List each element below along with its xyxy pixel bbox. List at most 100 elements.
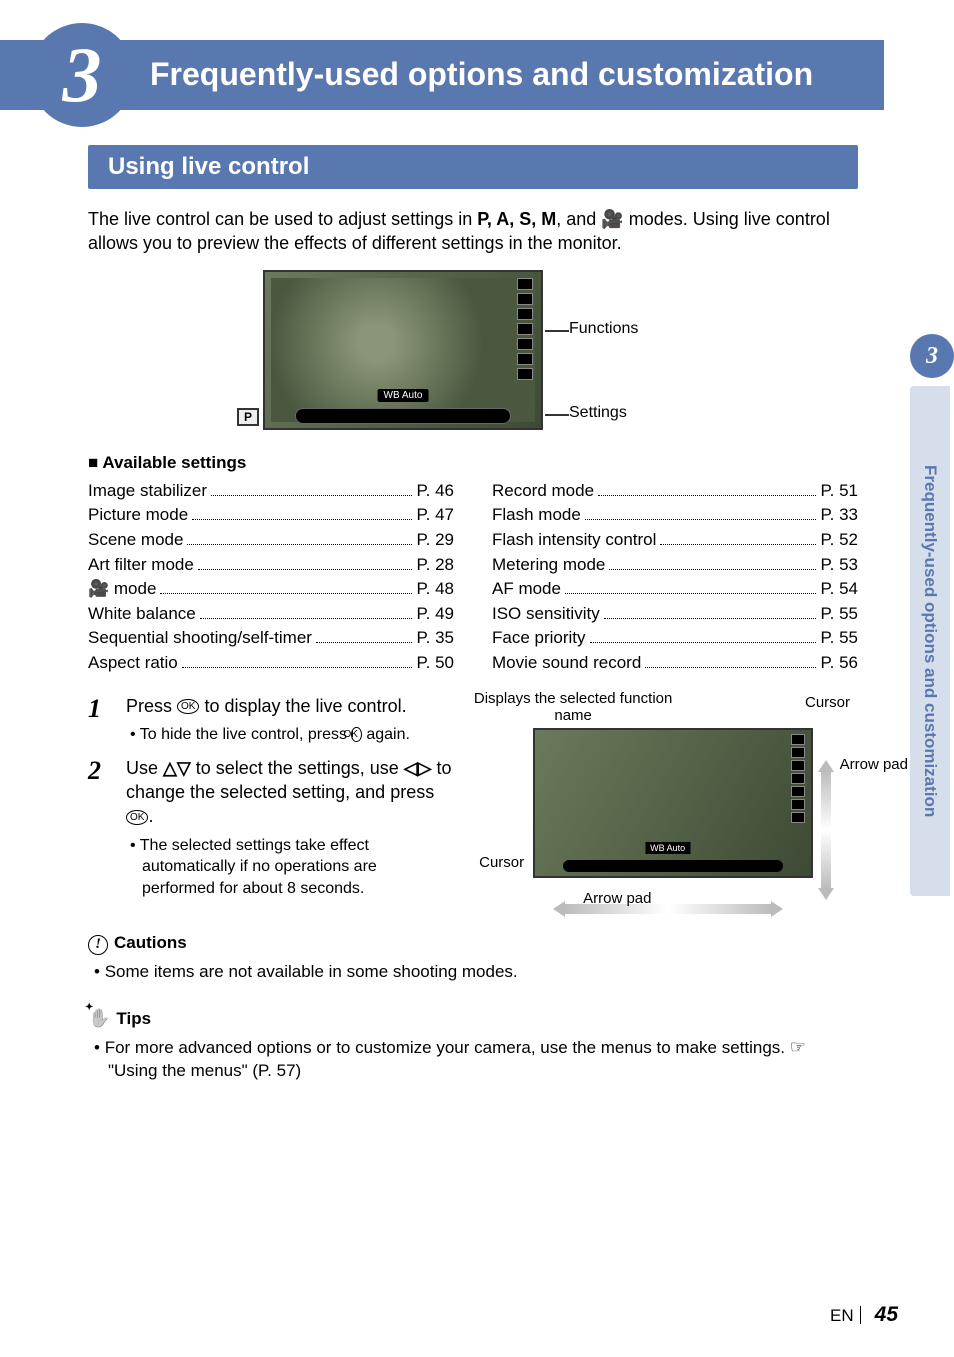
footer-divider <box>860 1306 861 1324</box>
toc-label: 🎥 mode <box>88 577 156 602</box>
intro-paragraph: The live control can be used to adjust s… <box>88 207 858 256</box>
step-text: Use <box>126 758 163 778</box>
lcd-diagram-top: WB Auto P Functions Settings <box>263 270 683 435</box>
toc-dots <box>200 618 413 619</box>
toc-label: Scene mode <box>88 528 183 553</box>
toc-dots <box>590 642 817 643</box>
toc-row: Record mode P. 51 <box>492 479 858 504</box>
reference-icon: ☞ <box>790 1037 806 1057</box>
movie-mode-icon: 🎥 <box>601 209 623 229</box>
step-text: to display the live control. <box>199 696 406 716</box>
selected-function-callout: Displays the selected function name <box>473 690 673 725</box>
ok-button-icon: OK <box>126 810 148 825</box>
step-sub-text: again. <box>362 726 410 743</box>
cursor-callout: Cursor <box>805 694 850 711</box>
up-down-arrow-icon: △▽ <box>163 758 191 778</box>
tip-reference-text: "Using the menus" (P. 57) <box>108 1061 301 1080</box>
wb-auto-label: WB Auto <box>378 389 429 402</box>
side-tab: 3 Frequently-used options and customizat… <box>910 334 954 896</box>
arrow-pad-callout: Arrow pad <box>583 890 651 907</box>
func-icon <box>517 368 533 380</box>
steps-and-diagram: 1 Press OK to display the live control. … <box>88 694 858 910</box>
settings-bar <box>295 408 511 424</box>
mode-indicator-p: P <box>237 408 259 426</box>
toc-row: Sequential shooting/self-timer P. 35 <box>88 626 454 651</box>
mode-list: P, A, S, M <box>477 209 556 229</box>
toc-label: Face priority <box>492 626 586 651</box>
chapter-title: Frequently-used options and customizatio… <box>150 57 813 92</box>
toc-dots <box>565 593 817 594</box>
toc-row: Metering mode P. 53 <box>492 553 858 578</box>
func-icon <box>517 353 533 365</box>
toc-dots <box>192 519 412 520</box>
toc-dots <box>609 569 816 570</box>
page-footer: EN45 <box>830 1303 898 1327</box>
func-icon <box>517 338 533 350</box>
tip-text: For more advanced options or to customiz… <box>105 1038 790 1057</box>
toc-page: P. 47 <box>416 503 454 528</box>
toc-dots <box>660 544 816 545</box>
step-number: 1 <box>88 694 112 746</box>
steps-column: 1 Press OK to display the live control. … <box>88 694 453 910</box>
toc-label: AF mode <box>492 577 561 602</box>
toc-label: ISO sensitivity <box>492 602 600 627</box>
toc-label: Flash intensity control <box>492 528 656 553</box>
footer-lang: EN <box>830 1306 854 1325</box>
arrow-pad-text: Arrow pad <box>840 756 908 773</box>
lcd-screen: WB Auto P <box>263 270 543 430</box>
toc-label: Flash mode <box>492 503 581 528</box>
wb-auto-label: WB Auto <box>645 842 690 854</box>
leader-line <box>545 330 569 332</box>
toc-row: 🎥 modeP. 48 <box>88 577 454 602</box>
available-settings-heading: Available settings <box>88 453 858 473</box>
toc-page: P. 52 <box>820 528 858 553</box>
settings-callout: Settings <box>569 404 627 422</box>
cautions-heading-text: Cautions <box>114 933 187 952</box>
toc-row: Picture modeP. 47 <box>88 503 454 528</box>
tips-icon <box>88 1008 110 1029</box>
toc-label: Sequential shooting/self-timer <box>88 626 312 651</box>
toc-page: P. 29 <box>416 528 454 553</box>
toc-dots <box>182 667 413 668</box>
func-icon <box>517 293 533 305</box>
arrow-pad-callout: Arrow pad <box>840 756 908 773</box>
toc-dots <box>598 495 816 496</box>
toc-dots <box>198 569 413 570</box>
toc-label: Metering mode <box>492 553 605 578</box>
toc-row: Movie sound recordP. 56 <box>492 651 858 676</box>
toc-row: Scene mode P. 29 <box>88 528 454 553</box>
toc-label: Record mode <box>492 479 594 504</box>
toc-dots <box>604 618 817 619</box>
step-sub: To hide the live control, press OK again… <box>126 724 453 746</box>
chapter-banner: 3 Frequently-used options and customizat… <box>0 40 884 110</box>
toc-left-column: Image stabilizerP. 46Picture modeP. 47Sc… <box>88 479 454 676</box>
page-content: Using live control The live control can … <box>88 145 858 1083</box>
tips-heading-text: Tips <box>116 1009 151 1028</box>
toc-page: P. 51 <box>820 479 858 504</box>
toc-page: P. 54 <box>820 577 858 602</box>
toc-row: Image stabilizerP. 46 <box>88 479 454 504</box>
step-body: Use △▽ to select the settings, use ◁▷ to… <box>126 756 453 900</box>
left-right-arrow-icon: ◁▷ <box>404 758 432 778</box>
tip-item: For more advanced options or to customiz… <box>88 1035 858 1083</box>
step-text: Press <box>126 696 177 716</box>
toc-label: Movie sound record <box>492 651 641 676</box>
cautions-heading: !Cautions <box>88 933 858 955</box>
step-number: 2 <box>88 756 112 900</box>
toc-page: P. 35 <box>416 626 454 651</box>
lcd-diagram-bottom: Displays the selected function name Curs… <box>473 694 858 878</box>
lcd-screen-small: WB Auto <box>533 728 813 878</box>
toc-row: Flash modeP. 33 <box>492 503 858 528</box>
side-chapter-text: Frequently-used options and customizatio… <box>910 386 950 896</box>
toc-label: Art filter mode <box>88 553 194 578</box>
intro-text: The live control can be used to adjust s… <box>88 209 477 229</box>
function-column <box>791 734 807 823</box>
toc-page: P. 53 <box>820 553 858 578</box>
toc-row: AF mode P. 54 <box>492 577 858 602</box>
step-sub-text: To hide the live control, press <box>140 726 352 743</box>
toc-dots <box>316 642 413 643</box>
step-2: 2 Use △▽ to select the settings, use ◁▷ … <box>88 756 453 900</box>
toc-row: Art filter modeP. 28 <box>88 553 454 578</box>
func-icon <box>517 323 533 335</box>
vertical-arrow-pad-icon <box>821 770 831 890</box>
